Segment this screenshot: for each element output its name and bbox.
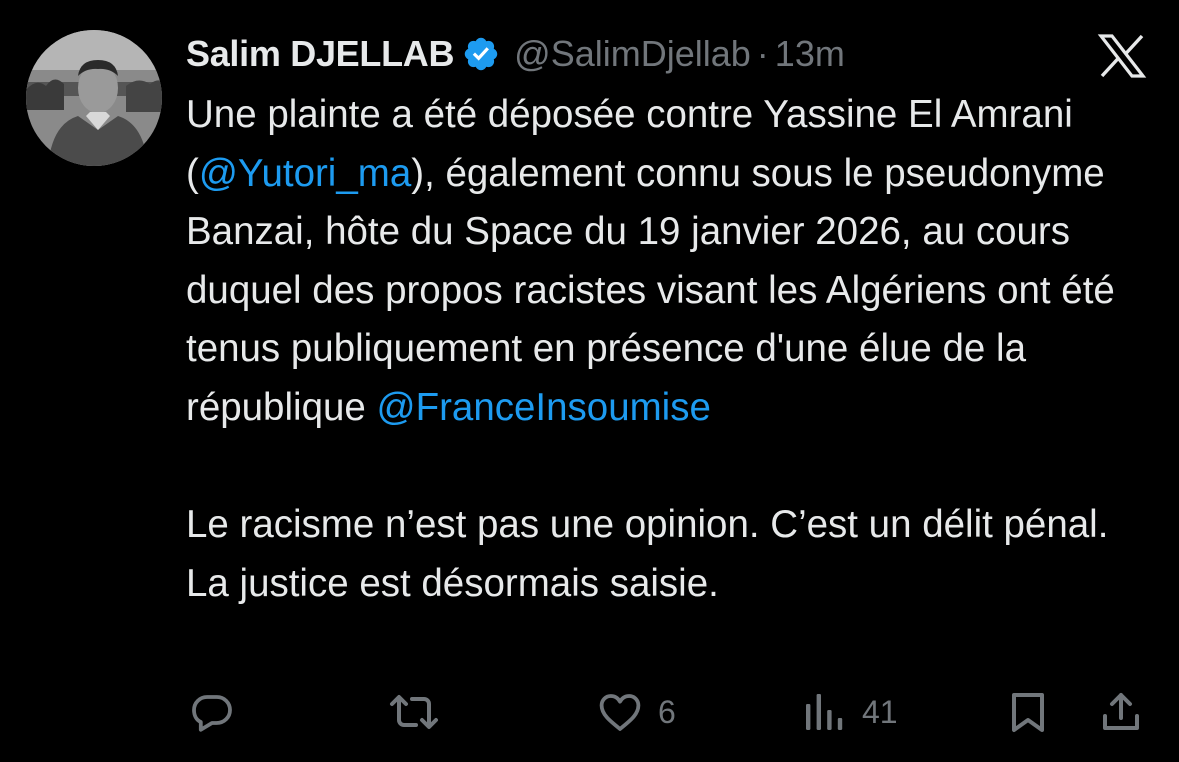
bookmark-button[interactable] [1004,684,1052,740]
action-bar: 6 41 [0,684,1179,740]
tweet-text: Une plainte a été déposée contre Yassine… [186,86,1156,613]
views-button[interactable]: 41 [802,684,898,740]
share-icon [1103,693,1139,730]
reply-icon [192,695,232,732]
display-name[interactable]: Salim DJELLAB [186,28,454,80]
tweet: Salim DJELLAB @SalimDjellab · 13m Une pl… [0,0,1179,762]
separator-dot: · [756,33,769,74]
retweet-icon [390,695,438,729]
heart-icon [599,694,641,731]
like-count: 6 [658,693,676,730]
handle[interactable]: @SalimDjellab [514,28,751,80]
mention-link[interactable]: @Yutori_ma [199,152,411,195]
retweet-button[interactable] [388,684,454,740]
tweet-header: Salim DJELLAB @SalimDjellab · 13m [186,28,845,80]
timestamp[interactable]: 13m [775,28,845,80]
share-button[interactable] [1097,684,1145,740]
x-logo-icon[interactable] [1097,33,1147,79]
views-chart-icon [806,694,843,730]
avatar[interactable] [26,30,162,166]
views-count: 41 [862,693,898,730]
reply-button[interactable] [188,684,250,740]
mention-link[interactable]: @FranceInsoumise [377,386,711,429]
verified-badge-icon [462,35,500,73]
bookmark-icon [1012,693,1044,732]
tweet-paragraph-1: Une plainte a été déposée contre Yassine… [186,86,1156,438]
tweet-paragraph-2: Le racisme n’est pas une opinion. C’est … [186,503,1109,605]
like-button[interactable]: 6 [596,684,676,740]
